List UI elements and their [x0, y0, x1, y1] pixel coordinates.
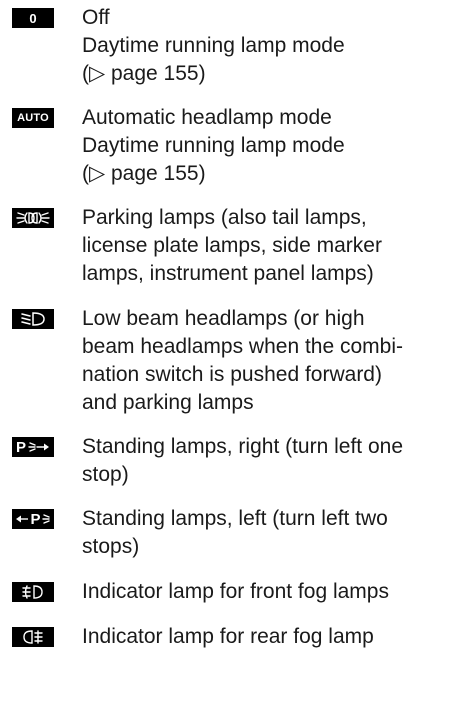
entry-line: Standing lamps, right (turn left one — [82, 435, 404, 458]
entry-line: Automatic headlamp mode — [82, 106, 332, 129]
entry-front-fog-text: Indicator lamp for front fog lamps — [82, 578, 457, 606]
low-beam-headlamp-icon — [12, 309, 54, 329]
entry-line: stops) — [82, 535, 140, 558]
entry-line: Off — [82, 6, 110, 29]
parking-lamps-icon — [12, 208, 54, 228]
entry-off-text: Off Daytime running lamp mode (▷ page 15… — [82, 4, 457, 88]
entry-low-beam-text: Low beam headlamps (or high beam headlam… — [82, 305, 457, 417]
entry-line: license plate lamps, side marker — [82, 234, 382, 257]
entry-line: Daytime running lamp mode — [82, 34, 345, 57]
entry-auto-text: Automatic headlamp mode Daytime running … — [82, 104, 457, 188]
entry-standing-left-text: Standing lamps, left (turn left two stop… — [82, 505, 457, 561]
entry-line: Indicator lamp for front fog lamps — [82, 580, 389, 603]
entry-parking-lamps-text: Parking lamps (also tail lamps, license … — [82, 204, 457, 288]
entry-line: beam headlamps when the combi- — [82, 335, 404, 358]
auto-headlamp-icon: AUTO — [12, 108, 54, 128]
entry-line: Low beam headlamps (or high — [82, 307, 365, 330]
switch-off-position-icon: 0 — [12, 8, 54, 28]
entry-line: Daytime running lamp mode — [82, 134, 345, 157]
standing-lamps-right-icon: P — [12, 437, 54, 457]
entry-line: Indicator lamp for rear fog lamp — [82, 625, 374, 648]
entry-rear-fog-text: Indicator lamp for rear fog lamp — [82, 623, 457, 651]
entry-line: stop) — [82, 463, 129, 486]
page-reference: (▷ page 155) — [82, 162, 206, 185]
page-reference: (▷ page 155) — [82, 62, 206, 85]
entry-line: Parking lamps (also tail lamps, — [82, 206, 367, 229]
front-fog-lamp-indicator-icon — [12, 582, 54, 602]
entry-line: Standing lamps, left (turn left two — [82, 507, 388, 530]
entry-line: nation switch is pushed forward) — [82, 363, 382, 386]
entry-line: lamps, instrument panel lamps) — [82, 262, 374, 285]
standing-lamps-left-icon: P — [12, 509, 54, 529]
rear-fog-lamp-indicator-icon — [12, 627, 54, 647]
entry-standing-right-text: Standing lamps, right (turn left one sto… — [82, 433, 457, 489]
entry-line: and parking lamps — [82, 391, 254, 414]
